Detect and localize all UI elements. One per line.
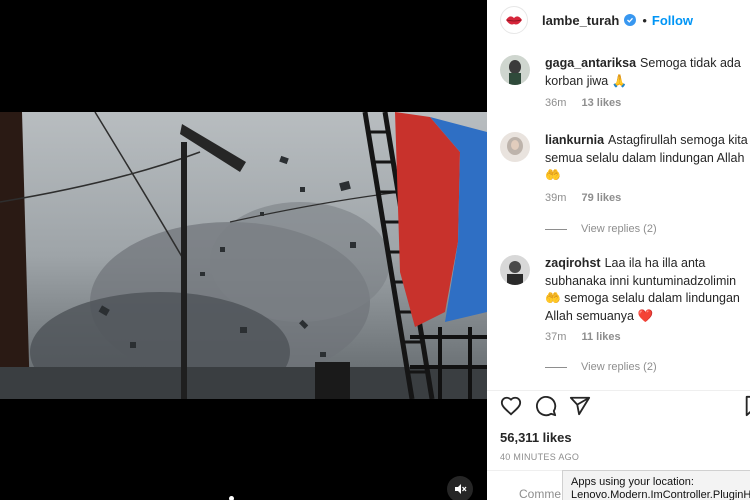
heart-icon [500, 396, 522, 416]
comments-panel: lambe_turah • Follow gaga_antariksa Semog… [487, 0, 750, 500]
comment-icon [536, 396, 557, 417]
comment-meta: 36m 13 likes [545, 97, 633, 109]
comment-time: 37m [545, 331, 567, 343]
notification-app: Lenovo.Modern.ImController.PluginHo [571, 489, 750, 500]
video-progress-indicator[interactable] [229, 496, 234, 500]
storm-video-image [0, 112, 487, 399]
comment-text: zaqirohst Laa ila ha illa anta subhanaka … [545, 255, 750, 325]
like-button[interactable] [500, 395, 522, 417]
comment-item: gaga_antariksa Semoga tidak ada korban ji… [500, 55, 745, 115]
share-icon [569, 396, 591, 416]
post-time: 40 MINUTES AGO [500, 452, 580, 462]
view-replies-label: View replies (2) [581, 361, 657, 373]
heart-emoji: ❤️ [637, 308, 654, 323]
account-username[interactable]: lambe_turah [542, 13, 619, 28]
bookmark-icon [745, 395, 750, 417]
save-button[interactable] [743, 395, 750, 417]
post-likes-count[interactable]: 56,311 likes [500, 430, 572, 445]
comment-emoji: 🙏 [611, 73, 628, 88]
comment-username[interactable]: zaqirohst [545, 256, 601, 270]
commenter-avatar[interactable] [500, 132, 530, 162]
replies-divider [545, 228, 567, 230]
comment-emoji: 🤲 [545, 168, 561, 182]
comment-likes[interactable]: 79 likes [581, 192, 621, 204]
view-replies-button[interactable]: View replies (2) [545, 361, 657, 373]
comment-button[interactable] [535, 395, 557, 417]
video-frame[interactable] [0, 112, 487, 399]
comment-username[interactable]: gaga_antariksa [545, 56, 636, 70]
video-pane[interactable] [0, 0, 487, 500]
comment-likes[interactable]: 13 likes [581, 97, 621, 109]
comment-username[interactable]: liankurnia [545, 133, 604, 147]
notification-title: Apps using your location: [571, 476, 694, 488]
post-actions [487, 390, 750, 430]
comment-item: zaqirohst Laa ila ha illa anta subhanaka … [500, 255, 745, 380]
commenter-avatar[interactable] [500, 55, 530, 85]
follow-button[interactable]: Follow [652, 13, 693, 28]
comment-emoji: 🤲 [545, 291, 561, 305]
account-avatar[interactable] [500, 6, 528, 34]
verified-badge-icon [624, 14, 637, 26]
commenter-avatar[interactable] [500, 255, 530, 285]
lips-logo-icon [506, 16, 522, 25]
location-usage-notification[interactable]: Apps using your location: Lenovo.Modern.… [562, 470, 750, 500]
comment-text: liankurnia Astagfirullah semoga kita semu… [545, 132, 750, 185]
replies-divider [545, 366, 567, 368]
comment-text: gaga_antariksa Semoga tidak ada korban ji… [545, 55, 750, 90]
mute-button[interactable] [447, 476, 473, 500]
comment-input[interactable]: Comme [519, 487, 561, 500]
view-replies-button[interactable]: View replies (2) [545, 223, 657, 235]
share-button[interactable] [569, 395, 591, 417]
header-separator: • [642, 12, 647, 28]
post-header: lambe_turah • Follow [487, 0, 750, 40]
comment-time: 39m [545, 192, 567, 204]
comment-meta: 37m 11 likes [545, 331, 633, 343]
comment-item: liankurnia Astagfirullah semoga kita semu… [500, 132, 748, 242]
comment-likes[interactable]: 11 likes [581, 331, 620, 343]
view-replies-label: View replies (2) [581, 223, 657, 235]
comment-meta: 39m 79 likes [545, 192, 633, 204]
mute-icon [455, 484, 467, 494]
comment-time: 36m [545, 97, 567, 109]
